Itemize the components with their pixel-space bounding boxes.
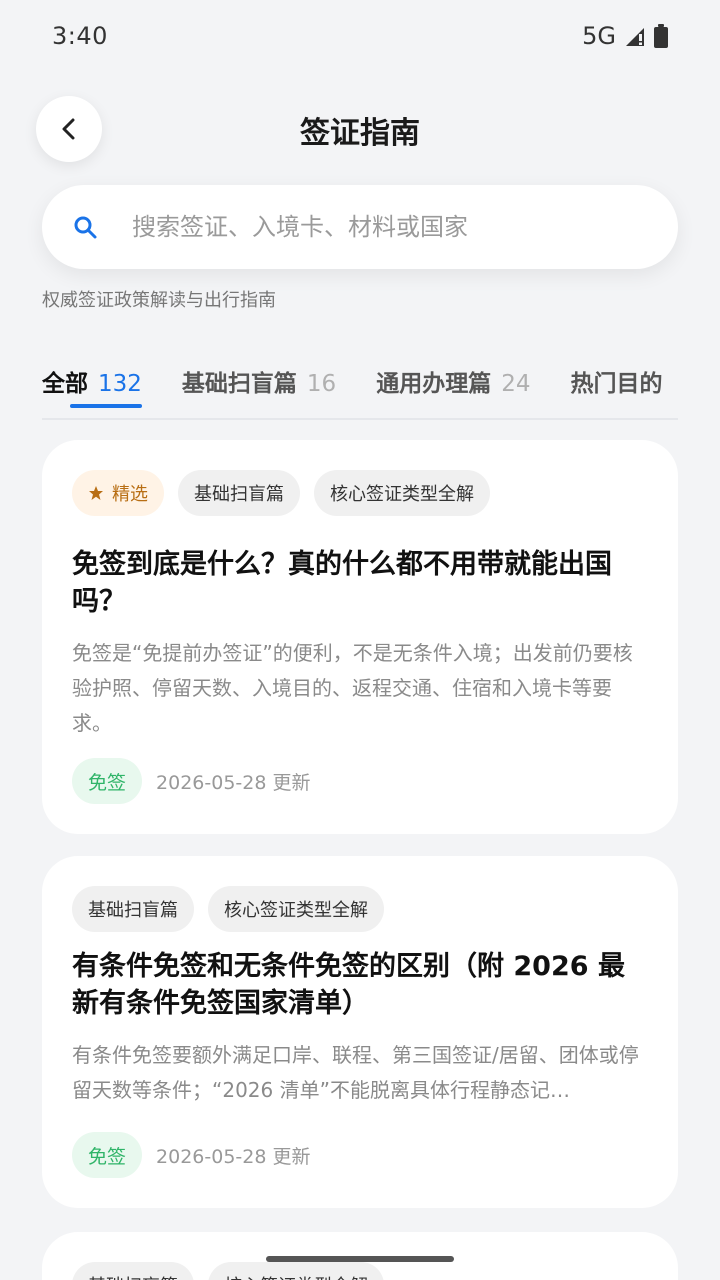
tab-destinations[interactable]: 热门目的 bbox=[570, 364, 662, 418]
network-label: 5G bbox=[582, 22, 616, 50]
signal-icon bbox=[626, 28, 644, 46]
status-icons: 5G bbox=[582, 22, 668, 50]
featured-tag: 精选 bbox=[72, 470, 164, 516]
tag-list: 精选 基础扫盲篇 核心签证类型全解 bbox=[72, 470, 648, 516]
tab-count: 24 bbox=[501, 371, 531, 397]
category-tabs: 全部 132 基础扫盲篇 16 通用办理篇 24 热门目的 bbox=[42, 340, 678, 420]
tab-basics[interactable]: 基础扫盲篇 16 bbox=[182, 364, 336, 418]
search-icon bbox=[74, 216, 97, 239]
tag-list: 基础扫盲篇 核心签证类型全解 bbox=[72, 1262, 648, 1280]
tab-label: 通用办理篇 bbox=[376, 371, 492, 397]
topic-tag: 核心签证类型全解 bbox=[314, 470, 490, 516]
tab-label: 基础扫盲篇 bbox=[181, 371, 297, 397]
update-date: 2026-05-28 更新 bbox=[156, 771, 311, 794]
tab-count: 16 bbox=[306, 371, 337, 397]
tab-count: 132 bbox=[98, 371, 142, 397]
card-description: 免签是“免提前办签证”的便利，不是无条件入境；出发前仍要核验护照、停留天数、入境… bbox=[72, 641, 633, 735]
category-tag: 基础扫盲篇 bbox=[72, 886, 194, 932]
category-tag: 基础扫盲篇 bbox=[178, 470, 300, 516]
status-time: 3:40 bbox=[52, 22, 108, 50]
card-title: 免签到底是什么？真的什么都不用带就能出国吗？ bbox=[72, 549, 612, 617]
status-bar: 3:40 5G bbox=[0, 0, 720, 72]
star-icon bbox=[89, 486, 103, 500]
guide-card[interactable]: 精选 基础扫盲篇 核心签证类型全解 免签到底是什么？真的什么都不用带就能出国吗？… bbox=[42, 440, 678, 834]
visa-type-badge: 免签 bbox=[72, 1132, 143, 1178]
visa-type-badge: 免签 bbox=[72, 758, 143, 804]
card-title: 有条件免签和无条件免签的区别（附 2026 最新有条件免签国家清单） bbox=[72, 951, 625, 1019]
tag-list: 基础扫盲篇 核心签证类型全解 bbox=[72, 886, 648, 932]
search-input[interactable] bbox=[132, 213, 612, 241]
guide-card[interactable]: 基础扫盲篇 核心签证类型全解 有条件免签和无条件免签的区别（附 2026 最新有… bbox=[42, 856, 678, 1208]
card-description: 有条件免签要额外满足口岸、联程、第三国签证/居留、团体或停留天数等条件；“202… bbox=[72, 1043, 639, 1102]
tab-label: 全部 bbox=[42, 371, 88, 397]
tab-general[interactable]: 通用办理篇 24 bbox=[376, 364, 530, 418]
battery-icon bbox=[654, 24, 668, 48]
category-tag: 基础扫盲篇 bbox=[72, 1262, 194, 1280]
page-subtitle: 权威签证政策解读与出行指南 bbox=[42, 290, 276, 311]
page-title: 签证指南 bbox=[300, 116, 420, 151]
search-bar[interactable] bbox=[42, 185, 678, 269]
home-indicator[interactable] bbox=[266, 1256, 454, 1262]
tab-label: 热门目的 bbox=[570, 371, 663, 397]
card-footer: 免签 2026-05-28 更新 bbox=[72, 1132, 310, 1178]
tag-label: 精选 bbox=[112, 484, 148, 505]
tab-all[interactable]: 全部 132 bbox=[42, 364, 142, 418]
update-date: 2026-05-28 更新 bbox=[156, 1145, 311, 1168]
topic-tag: 核心签证类型全解 bbox=[208, 886, 384, 932]
topic-tag: 核心签证类型全解 bbox=[208, 1262, 384, 1280]
active-tab-indicator bbox=[70, 404, 142, 408]
card-footer: 免签 2026-05-28 更新 bbox=[72, 758, 310, 804]
